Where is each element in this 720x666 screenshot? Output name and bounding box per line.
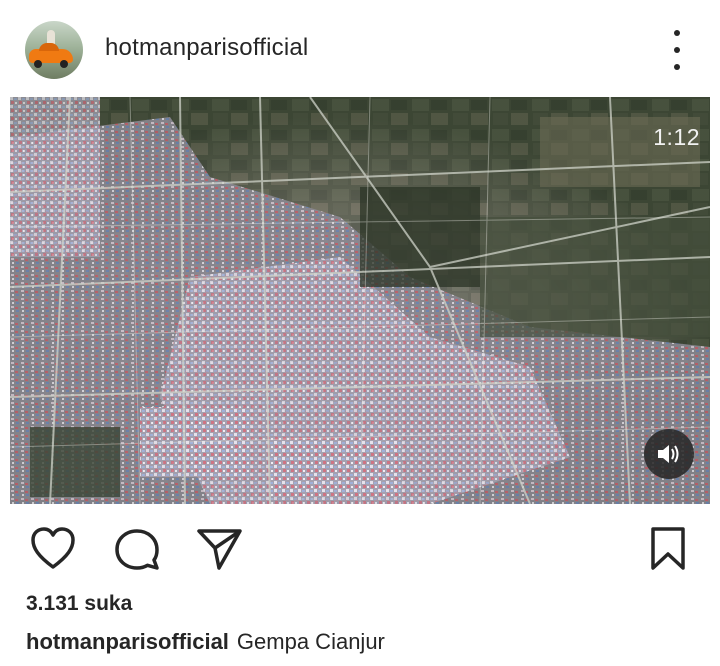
bookmark-icon[interactable] — [643, 524, 693, 574]
caption-text: Gempa Cianjur — [236, 629, 385, 654]
dot — [674, 64, 680, 70]
post-caption: hotmanparisofficial Gempa Cianjur — [26, 629, 385, 655]
share-send-icon[interactable] — [195, 524, 245, 574]
avatar[interactable] — [25, 21, 83, 79]
comment-icon[interactable] — [112, 524, 162, 574]
heart-icon[interactable] — [28, 524, 78, 574]
video-player[interactable]: 1:12 — [10, 97, 710, 504]
video-timer: 1:12 — [653, 124, 700, 150]
speaker-glyph — [658, 445, 679, 463]
post-username[interactable]: hotmanparisofficial — [105, 34, 308, 62]
aerial-map-frame — [10, 97, 710, 504]
post-actions-bar — [0, 520, 720, 580]
likes-count[interactable]: 3.131 suka — [26, 592, 132, 616]
dot — [674, 47, 680, 53]
avatar-wheel-shape — [60, 60, 68, 68]
caption-username[interactable]: hotmanparisofficial — [26, 629, 229, 654]
post-header: hotmanparisofficial — [0, 0, 720, 96]
speaker-volume-icon[interactable] — [644, 429, 694, 479]
avatar-wheel-shape — [34, 60, 42, 68]
more-options-icon[interactable] — [665, 30, 689, 70]
dot — [674, 30, 680, 36]
